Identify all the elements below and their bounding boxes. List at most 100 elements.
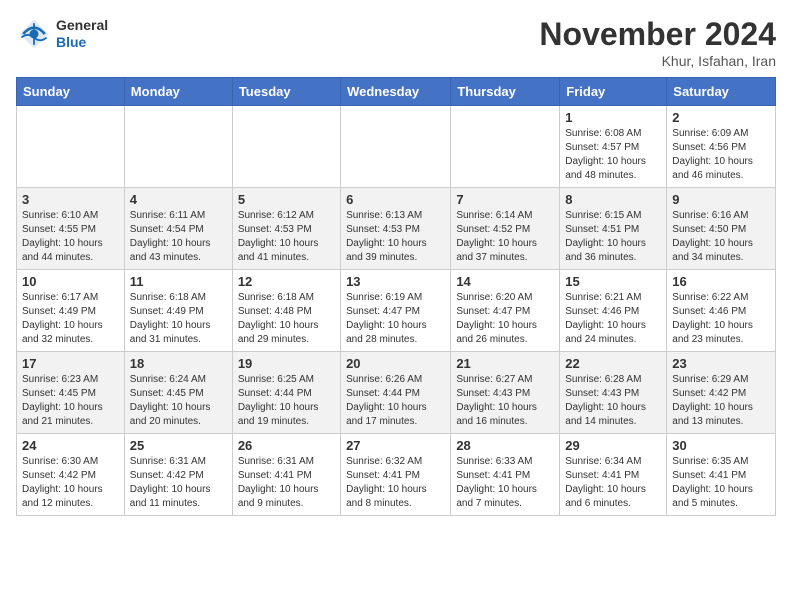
day-number: 22 xyxy=(565,356,661,371)
calendar-cell: 7 Sunrise: 6:14 AM Sunset: 4:52 PM Daylig… xyxy=(451,188,560,270)
calendar-cell: 11Sunrise: 6:18 AM Sunset: 4:49 PM Dayli… xyxy=(124,270,232,352)
calendar-cell: 25 Sunrise: 6:31 AM Sunset: 4:42 PM Dayli… xyxy=(124,434,232,516)
day-info: Sunrise: 6:35 AM Sunset: 4:41 PM Dayligh… xyxy=(672,455,770,511)
day-number: 10 xyxy=(22,274,119,289)
calendar-cell: 8Sunrise: 6:15 AM Sunset: 4:51 PM Daylig… xyxy=(560,188,667,270)
day-info: Sunrise: 6:13 AM Sunset: 4:53 PM Dayligh… xyxy=(346,209,445,265)
calendar-cell: 27Sunrise: 6:32 AM Sunset: 4:41 PM Dayli… xyxy=(341,434,451,516)
day-number: 1 xyxy=(565,110,661,125)
calendar-cell xyxy=(17,106,125,188)
logo-general: General xyxy=(56,17,108,34)
day-info: Sunrise: 6:08 AM Sunset: 4:57 PM Dayligh… xyxy=(565,127,661,183)
day-info: Sunrise: 6:21 AM Sunset: 4:46 PM Dayligh… xyxy=(565,291,661,347)
day-info: Sunrise: 6:28 AM Sunset: 4:43 PM Dayligh… xyxy=(565,373,661,429)
weekday-header-wednesday: Wednesday xyxy=(341,78,451,106)
day-number: 14 xyxy=(456,274,554,289)
day-number: 2 xyxy=(672,110,770,125)
calendar-cell: 29 Sunrise: 6:34 AM Sunset: 4:41 PM Dayli… xyxy=(560,434,667,516)
location: Khur, Isfahan, Iran xyxy=(539,53,776,69)
day-number: 26 xyxy=(238,438,335,453)
calendar-cell: 1 Sunrise: 6:08 AM Sunset: 4:57 PM Daylig… xyxy=(560,106,667,188)
logo-text-block: General Blue xyxy=(56,17,108,51)
calendar-cell: 17Sunrise: 6:23 AM Sunset: 4:45 PM Dayli… xyxy=(17,352,125,434)
day-info: Sunrise: 6:32 AM Sunset: 4:41 PM Dayligh… xyxy=(346,455,445,511)
day-number: 9 xyxy=(672,192,770,207)
day-number: 16 xyxy=(672,274,770,289)
calendar-cell: 14 Sunrise: 6:20 AM Sunset: 4:47 PM Dayli… xyxy=(451,270,560,352)
page-header: General Blue November 2024 Khur, Isfahan… xyxy=(16,16,776,69)
calendar-cell: 22 Sunrise: 6:28 AM Sunset: 4:43 PM Dayli… xyxy=(560,352,667,434)
day-number: 13 xyxy=(346,274,445,289)
day-info: Sunrise: 6:09 AM Sunset: 4:56 PM Dayligh… xyxy=(672,127,770,183)
calendar-cell xyxy=(124,106,232,188)
calendar-cell: 23 Sunrise: 6:29 AM Sunset: 4:42 PM Dayli… xyxy=(667,352,776,434)
day-info: Sunrise: 6:16 AM Sunset: 4:50 PM Dayligh… xyxy=(672,209,770,265)
calendar-cell: 2 Sunrise: 6:09 AM Sunset: 4:56 PM Daylig… xyxy=(667,106,776,188)
weekday-header-monday: Monday xyxy=(124,78,232,106)
calendar-cell: 30Sunrise: 6:35 AM Sunset: 4:41 PM Dayli… xyxy=(667,434,776,516)
day-number: 15 xyxy=(565,274,661,289)
calendar-cell: 13 Sunrise: 6:19 AM Sunset: 4:47 PM Dayli… xyxy=(341,270,451,352)
day-number: 5 xyxy=(238,192,335,207)
month-title: November 2024 xyxy=(539,16,776,53)
calendar-cell: 18 Sunrise: 6:24 AM Sunset: 4:45 PM Dayli… xyxy=(124,352,232,434)
day-info: Sunrise: 6:12 AM Sunset: 4:53 PM Dayligh… xyxy=(238,209,335,265)
day-number: 4 xyxy=(130,192,227,207)
week-row-5: 24 Sunrise: 6:30 AM Sunset: 4:42 PM Dayli… xyxy=(17,434,776,516)
calendar-cell: 10 Sunrise: 6:17 AM Sunset: 4:49 PM Dayli… xyxy=(17,270,125,352)
weekday-header-sunday: Sunday xyxy=(17,78,125,106)
calendar-cell: 5 Sunrise: 6:12 AM Sunset: 4:53 PM Daylig… xyxy=(232,188,340,270)
calendar-cell: 15 Sunrise: 6:21 AM Sunset: 4:46 PM Dayli… xyxy=(560,270,667,352)
day-info: Sunrise: 6:24 AM Sunset: 4:45 PM Dayligh… xyxy=(130,373,227,429)
day-info: Sunrise: 6:31 AM Sunset: 4:42 PM Dayligh… xyxy=(130,455,227,511)
calendar-cell: 28 Sunrise: 6:33 AM Sunset: 4:41 PM Dayli… xyxy=(451,434,560,516)
day-number: 20 xyxy=(346,356,445,371)
day-info: Sunrise: 6:11 AM Sunset: 4:54 PM Dayligh… xyxy=(130,209,227,265)
day-info: Sunrise: 6:29 AM Sunset: 4:42 PM Dayligh… xyxy=(672,373,770,429)
calendar-cell: 9 Sunrise: 6:16 AM Sunset: 4:50 PM Daylig… xyxy=(667,188,776,270)
day-number: 23 xyxy=(672,356,770,371)
day-info: Sunrise: 6:34 AM Sunset: 4:41 PM Dayligh… xyxy=(565,455,661,511)
weekday-header-friday: Friday xyxy=(560,78,667,106)
day-info: Sunrise: 6:31 AM Sunset: 4:41 PM Dayligh… xyxy=(238,455,335,511)
day-info: Sunrise: 6:25 AM Sunset: 4:44 PM Dayligh… xyxy=(238,373,335,429)
day-info: Sunrise: 6:17 AM Sunset: 4:49 PM Dayligh… xyxy=(22,291,119,347)
week-row-1: 1 Sunrise: 6:08 AM Sunset: 4:57 PM Daylig… xyxy=(17,106,776,188)
day-info: Sunrise: 6:18 AM Sunset: 4:48 PM Dayligh… xyxy=(238,291,335,347)
day-number: 18 xyxy=(130,356,227,371)
day-number: 19 xyxy=(238,356,335,371)
weekday-header-row: SundayMondayTuesdayWednesdayThursdayFrid… xyxy=(17,78,776,106)
calendar-cell: 6 Sunrise: 6:13 AM Sunset: 4:53 PM Daylig… xyxy=(341,188,451,270)
day-number: 6 xyxy=(346,192,445,207)
day-info: Sunrise: 6:18 AM Sunset: 4:49 PM Dayligh… xyxy=(130,291,227,347)
logo-icon xyxy=(16,16,52,52)
calendar-table: SundayMondayTuesdayWednesdayThursdayFrid… xyxy=(16,77,776,516)
day-info: Sunrise: 6:19 AM Sunset: 4:47 PM Dayligh… xyxy=(346,291,445,347)
day-info: Sunrise: 6:14 AM Sunset: 4:52 PM Dayligh… xyxy=(456,209,554,265)
day-number: 25 xyxy=(130,438,227,453)
title-block: November 2024 Khur, Isfahan, Iran xyxy=(539,16,776,69)
day-info: Sunrise: 6:33 AM Sunset: 4:41 PM Dayligh… xyxy=(456,455,554,511)
day-number: 3 xyxy=(22,192,119,207)
calendar-cell: 20 Sunrise: 6:26 AM Sunset: 4:44 PM Dayli… xyxy=(341,352,451,434)
day-number: 8 xyxy=(565,192,661,207)
calendar-cell: 16Sunrise: 6:22 AM Sunset: 4:46 PM Dayli… xyxy=(667,270,776,352)
day-info: Sunrise: 6:20 AM Sunset: 4:47 PM Dayligh… xyxy=(456,291,554,347)
day-info: Sunrise: 6:27 AM Sunset: 4:43 PM Dayligh… xyxy=(456,373,554,429)
day-info: Sunrise: 6:10 AM Sunset: 4:55 PM Dayligh… xyxy=(22,209,119,265)
week-row-2: 3 Sunrise: 6:10 AM Sunset: 4:55 PM Daylig… xyxy=(17,188,776,270)
day-number: 21 xyxy=(456,356,554,371)
logo-blue: Blue xyxy=(56,34,108,51)
calendar-cell: 26 Sunrise: 6:31 AM Sunset: 4:41 PM Dayli… xyxy=(232,434,340,516)
calendar-cell xyxy=(451,106,560,188)
day-number: 29 xyxy=(565,438,661,453)
day-number: 12 xyxy=(238,274,335,289)
day-info: Sunrise: 6:30 AM Sunset: 4:42 PM Dayligh… xyxy=(22,455,119,511)
calendar-cell: 19 Sunrise: 6:25 AM Sunset: 4:44 PM Dayli… xyxy=(232,352,340,434)
day-info: Sunrise: 6:26 AM Sunset: 4:44 PM Dayligh… xyxy=(346,373,445,429)
day-number: 7 xyxy=(456,192,554,207)
calendar-cell: 21 Sunrise: 6:27 AM Sunset: 4:43 PM Dayli… xyxy=(451,352,560,434)
day-number: 24 xyxy=(22,438,119,453)
day-number: 28 xyxy=(456,438,554,453)
weekday-header-thursday: Thursday xyxy=(451,78,560,106)
